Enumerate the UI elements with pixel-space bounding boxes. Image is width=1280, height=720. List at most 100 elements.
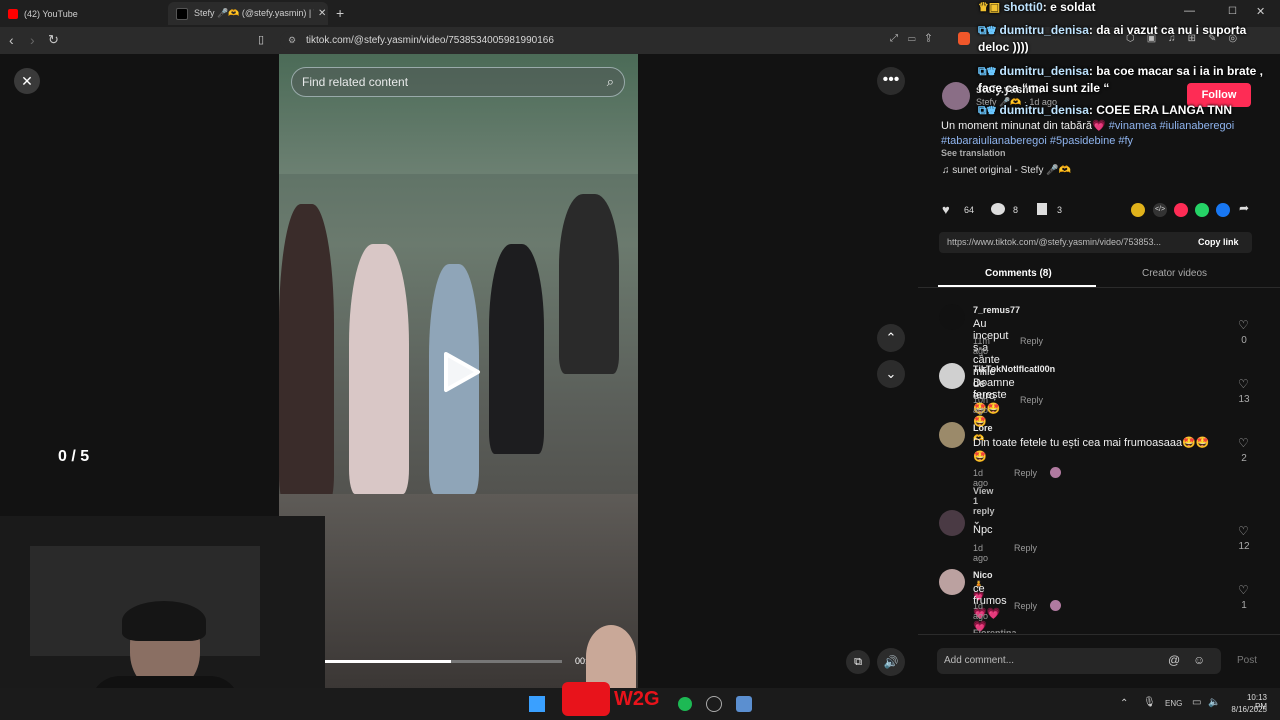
slide-counter: 0 / 5 bbox=[58, 448, 90, 465]
mention-icon[interactable]: @ bbox=[1168, 653, 1180, 667]
minimize-icon[interactable]: — bbox=[1184, 5, 1195, 17]
tab-label: (42) YouTube bbox=[24, 8, 78, 19]
reply-button[interactable]: Reply bbox=[1014, 468, 1037, 478]
comment-placeholder: Add comment... bbox=[944, 655, 1015, 666]
chat-message: ⧉♛ dumitru_denisa: da ai vazut ca nu i s… bbox=[978, 23, 1247, 54]
comment-icon[interactable] bbox=[991, 203, 1005, 215]
close-window-icon[interactable]: ✕ bbox=[1256, 5, 1265, 18]
comment-like-icon[interactable]: ♡ bbox=[1238, 318, 1249, 332]
send-icon[interactable] bbox=[1174, 203, 1188, 217]
site-info-icon[interactable]: ⚙ bbox=[288, 35, 296, 46]
tab-label: Stefy 🎤🫶 (@stefy.yasmin) | Tik bbox=[194, 8, 314, 18]
previous-video-button[interactable]: ⌃ bbox=[877, 324, 905, 352]
post-button[interactable]: Post bbox=[1237, 655, 1257, 666]
whatsapp-icon[interactable] bbox=[1195, 203, 1209, 217]
avatar[interactable] bbox=[939, 422, 965, 448]
emoji-icon[interactable]: ☺ bbox=[1193, 653, 1205, 667]
close-video-button[interactable]: ✕ bbox=[14, 68, 40, 94]
spotify-icon[interactable] bbox=[678, 697, 692, 711]
steam-icon[interactable] bbox=[736, 696, 752, 712]
view-replies-label: View 1 reply bbox=[973, 486, 995, 516]
next-video-button[interactable]: ⌄ bbox=[877, 360, 905, 388]
tab-tiktok[interactable]: Stefy 🎤🫶 (@stefy.yasmin) | Tik ✕ bbox=[168, 2, 328, 25]
play-button[interactable] bbox=[440, 350, 482, 394]
badge-icon: ⧉♛ bbox=[978, 103, 1000, 117]
comment-like-count: 2 bbox=[1241, 453, 1247, 464]
embed-icon[interactable]: </> bbox=[1153, 203, 1167, 217]
brave-shield-icon[interactable] bbox=[958, 32, 970, 45]
reply-button[interactable]: Reply bbox=[1020, 336, 1043, 346]
app-icon[interactable] bbox=[706, 696, 722, 712]
person-figure bbox=[559, 194, 619, 374]
close-tab-icon[interactable]: ✕ bbox=[318, 8, 326, 19]
comment-time: 11m ago bbox=[973, 336, 990, 356]
comment-like-icon[interactable]: ♡ bbox=[1238, 524, 1249, 538]
mini-player-icon[interactable]: ⧉ bbox=[846, 650, 870, 674]
view-replies-button[interactable]: View 1 reply ⌄ bbox=[973, 486, 995, 527]
windows-start-icon[interactable] bbox=[529, 696, 545, 712]
tab-youtube[interactable]: (42) YouTube bbox=[0, 2, 168, 25]
url-text: tiktok.com/@stefy.yasmin/video/753853400… bbox=[306, 35, 554, 46]
sound-link[interactable]: ♫ sunet original - Stefy 🎤🫶 bbox=[942, 165, 1071, 176]
language-indicator[interactable]: ENG bbox=[1165, 699, 1182, 708]
microphone-icon[interactable]: 🎙 bbox=[1143, 697, 1156, 708]
comment-user[interactable]: TikTokNotIfIcatI00n bbox=[973, 364, 1055, 374]
comment-like-icon[interactable]: ♡ bbox=[1238, 377, 1249, 391]
person-figure bbox=[349, 244, 409, 494]
creator-liked-avatar bbox=[1050, 467, 1061, 478]
tab-comments[interactable]: Comments (8) bbox=[985, 268, 1052, 279]
caption: Un moment minunat din tabără💗 #vinamea #… bbox=[941, 119, 1246, 149]
reply-button[interactable]: Reply bbox=[1014, 601, 1037, 611]
comment-text: Npc bbox=[973, 524, 993, 536]
author-avatar[interactable] bbox=[942, 82, 970, 110]
like-icon[interactable]: ♥ bbox=[942, 202, 950, 217]
comment-like-count: 0 bbox=[1241, 335, 1247, 346]
share-arrow-icon[interactable]: ➦ bbox=[1239, 201, 1249, 215]
comment-time: 10h ago bbox=[973, 395, 989, 415]
coin-share-icon[interactable] bbox=[1131, 203, 1145, 217]
sound-label: sunet original - Stefy 🎤🫶 bbox=[952, 165, 1072, 176]
forward-icon[interactable]: › bbox=[30, 31, 35, 49]
badge-icon: ⧉♛ bbox=[978, 64, 1000, 78]
facebook-icon[interactable] bbox=[1216, 203, 1230, 217]
avatar[interactable] bbox=[939, 304, 965, 330]
back-icon[interactable]: ‹ bbox=[9, 31, 14, 49]
reply-button[interactable]: Reply bbox=[1020, 395, 1043, 405]
avatar[interactable] bbox=[939, 510, 965, 536]
more-options-icon[interactable]: ••• bbox=[877, 67, 905, 95]
avatar[interactable] bbox=[939, 569, 965, 595]
comment-user[interactable]: Florentina Cojocaru🫶 bbox=[973, 628, 1017, 633]
chat-message: ⧉♛ dumitru_denisa: ba coe macar sa i ia … bbox=[978, 64, 1263, 95]
new-tab-button[interactable]: + bbox=[336, 5, 344, 21]
hand-in-video bbox=[586, 625, 636, 688]
share-link-text[interactable]: https://www.tiktok.com/@stefy.yasmin/vid… bbox=[947, 237, 1187, 247]
volume-tray-icon[interactable]: 🔈 bbox=[1208, 697, 1220, 708]
avatar[interactable] bbox=[939, 363, 965, 389]
search-placeholder: Find related content bbox=[302, 75, 409, 89]
w2g-logo: W2G bbox=[614, 688, 660, 710]
comment-time: 1d ago bbox=[973, 601, 989, 621]
network-icon[interactable]: ▭ bbox=[1192, 697, 1201, 708]
maximize-icon[interactable]: ☐ bbox=[1228, 6, 1237, 17]
chat-message: ♛▣ shotti0: e soldat bbox=[978, 0, 1096, 14]
comment-like-count: 1 bbox=[1241, 600, 1247, 611]
bookmark-icon[interactable] bbox=[1037, 203, 1047, 215]
volume-icon[interactable]: 🔊 bbox=[877, 648, 905, 676]
comment-like-icon[interactable]: ♡ bbox=[1238, 436, 1249, 450]
youtube-icon bbox=[8, 8, 18, 19]
reload-icon[interactable]: ↻ bbox=[48, 31, 59, 49]
comment-user[interactable]: 7_remus77 bbox=[973, 305, 1020, 315]
reply-button[interactable]: Reply bbox=[1014, 543, 1037, 553]
bookmark-icon[interactable]: ▯ bbox=[258, 31, 264, 49]
search-icon: ⌕ bbox=[606, 74, 614, 89]
copy-link-button[interactable]: Copy link bbox=[1198, 237, 1239, 247]
progress-track[interactable] bbox=[325, 660, 562, 663]
tab-creator-videos[interactable]: Creator videos bbox=[1142, 268, 1207, 279]
like-count: 64 bbox=[964, 205, 975, 215]
tray-chevron-icon[interactable]: ⌃ bbox=[1120, 698, 1128, 709]
toolbar-icons[interactable]: ⤢▭⇪ bbox=[890, 33, 941, 44]
comment-like-icon[interactable]: ♡ bbox=[1238, 583, 1249, 597]
see-translation-link[interactable]: See translation bbox=[941, 148, 1006, 158]
address-bar[interactable]: tiktok.com/@stefy.yasmin/video/753853400… bbox=[280, 31, 970, 50]
search-input[interactable]: Find related content ⌕ bbox=[291, 67, 625, 97]
